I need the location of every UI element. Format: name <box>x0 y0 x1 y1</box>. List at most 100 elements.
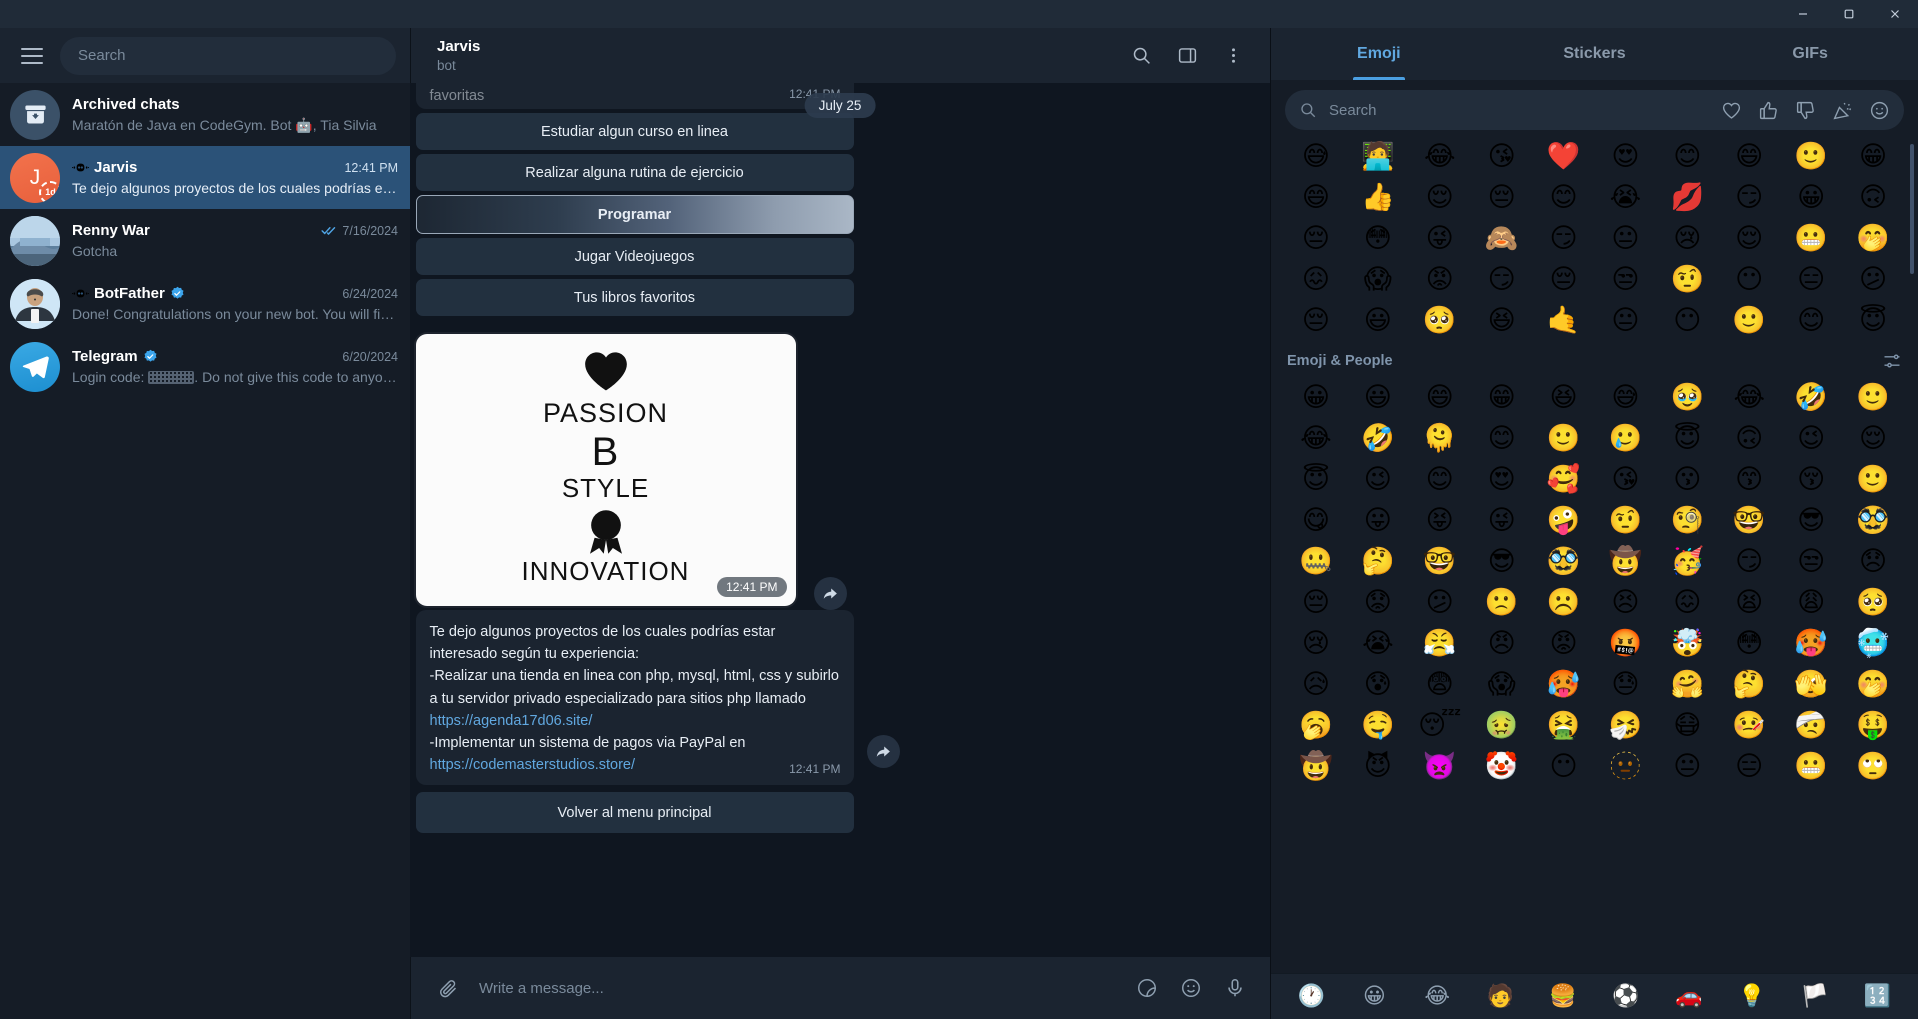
emoji-cell[interactable]: 🤠 <box>1285 746 1347 787</box>
emoji-cell[interactable]: 😋 <box>1285 500 1347 541</box>
emoji-cell[interactable]: 😂 <box>1285 418 1347 459</box>
avatar[interactable]: J 1d <box>10 152 60 203</box>
emoji-cell[interactable]: 😘 <box>1595 459 1657 500</box>
thumbs-up-icon[interactable] <box>1758 100 1779 121</box>
emoji-cell[interactable]: 😡 <box>1533 623 1595 664</box>
chat-list-item[interactable]: Archived chats Maratón de Java en CodeGym… <box>0 83 410 146</box>
emoji-cell[interactable]: 🙁 <box>1471 582 1533 623</box>
emoji-cell[interactable]: 🙂 <box>1718 300 1780 341</box>
emoji-cell[interactable]: 🤔 <box>1718 664 1780 705</box>
emoji-cell[interactable]: 😙 <box>1718 459 1780 500</box>
emoji-cell[interactable]: 😊 <box>1471 418 1533 459</box>
bot-keyboard-button[interactable]: Tus libros favoritos <box>415 279 854 316</box>
emoji-cell[interactable]: 😩 <box>1780 582 1842 623</box>
search-input[interactable]: Search <box>60 36 396 75</box>
attach-icon[interactable] <box>429 969 467 1007</box>
chat-list-item[interactable]: J 1d Jarvis 12:41 PM Te dejo algunos proyect… <box>0 146 410 209</box>
emoji-cell[interactable]: 🙃 <box>1842 177 1904 218</box>
emoji-cell[interactable]: 🥳 <box>1656 541 1718 582</box>
info-panel-icon[interactable] <box>1168 37 1206 75</box>
emoji-cell[interactable]: 😒 <box>1780 541 1842 582</box>
emoji-cell[interactable]: 👍 <box>1347 177 1409 218</box>
emoji-category-tab[interactable]: 💡 <box>1721 978 1782 1016</box>
chat-list-item[interactable]: BotFather 6/24/2024 Done! Congratulations … <box>0 272 410 335</box>
emoji-cell[interactable]: 😔 <box>1471 177 1533 218</box>
avatar[interactable] <box>10 278 60 329</box>
emoji-cell[interactable]: 😖 <box>1285 259 1347 300</box>
emoji-cell[interactable]: 🤕 <box>1780 705 1842 746</box>
emoji-category-tab[interactable]: 🕐 <box>1281 978 1342 1016</box>
forward-icon[interactable] <box>866 735 900 768</box>
emoji-cell[interactable]: 😳 <box>1347 218 1409 259</box>
emoji-cell[interactable]: 🙂 <box>1533 418 1595 459</box>
search-icon[interactable] <box>1122 37 1160 75</box>
emoji-panel-tab[interactable]: Emoji <box>1271 28 1487 80</box>
emoji-cell[interactable]: 😏 <box>1533 218 1595 259</box>
message-link-1[interactable]: https://agenda17d06.site/ <box>430 713 593 729</box>
party-popper-icon[interactable] <box>1832 100 1853 121</box>
emoji-cell[interactable]: 😃 <box>1347 300 1409 341</box>
emoji-cell[interactable]: 😔 <box>1285 218 1347 259</box>
emoji-cell[interactable]: 🤮 <box>1533 705 1595 746</box>
emoji-cell[interactable]: 😁 <box>1842 136 1904 177</box>
emoji-cell[interactable]: 😶 <box>1533 746 1595 787</box>
emoji-panel-tab[interactable]: GIFs <box>1702 28 1918 80</box>
message-link-2[interactable]: https://codemasterstudios.store/ <box>430 757 636 773</box>
emoji-cell[interactable]: 😫 <box>1718 582 1780 623</box>
emoji-cell[interactable]: 😐 <box>1595 218 1657 259</box>
emoji-cell[interactable]: 🥺 <box>1842 582 1904 623</box>
emoji-cell[interactable]: 😚 <box>1780 459 1842 500</box>
emoji-cell[interactable]: 🙂 <box>1780 136 1842 177</box>
avatar[interactable] <box>10 89 60 140</box>
bot-keyboard-button[interactable]: Programar <box>415 195 854 234</box>
emoji-cell[interactable]: 😬 <box>1780 218 1842 259</box>
emoji-cell[interactable]: 🤨 <box>1656 259 1718 300</box>
emoji-cell[interactable]: 😘 <box>1471 136 1533 177</box>
emoji-cell[interactable]: 😛 <box>1347 500 1409 541</box>
emoji-cell[interactable]: 🤗 <box>1656 664 1718 705</box>
emoji-cell[interactable]: 🤭 <box>1842 664 1904 705</box>
emoji-cell[interactable]: 😓 <box>1595 664 1657 705</box>
emoji-cell[interactable]: 😎 <box>1780 500 1842 541</box>
emoji-cell[interactable]: 😏 <box>1718 541 1780 582</box>
emoji-cell[interactable]: 🙂 <box>1842 459 1904 500</box>
emoji-cell[interactable]: 😐 <box>1656 746 1718 787</box>
emoji-panel-tab[interactable]: Stickers <box>1487 28 1703 80</box>
emoji-cell[interactable]: 😏 <box>1718 177 1780 218</box>
emoji-cell[interactable]: 🤑 <box>1842 705 1904 746</box>
emoji-cell[interactable]: 🤬 <box>1595 623 1657 664</box>
hamburger-menu-icon[interactable] <box>14 38 50 74</box>
emoji-cell[interactable]: 😂 <box>1718 377 1780 418</box>
emoji-cell[interactable]: 😁 <box>1471 377 1533 418</box>
emoji-cell[interactable]: 😑 <box>1718 746 1780 787</box>
emoji-cell[interactable]: 😎 <box>1471 541 1533 582</box>
emoji-category-tab[interactable]: 🏳️ <box>1784 978 1845 1016</box>
emoji-cell[interactable]: 😆 <box>1533 377 1595 418</box>
emoji-cell[interactable]: 🤠 <box>1595 541 1657 582</box>
emoji-cell[interactable]: 😶 <box>1656 300 1718 341</box>
message-list[interactable]: July 25 Según tus patrones de comportami… <box>410 83 1270 957</box>
emoji-scroll-area[interactable]: 😅 🧑‍💻 😂 😘 ❤️ 😍 😊 😄 🙂 😁 😄 👍 😌 😔 😊 😭 💋 😏 😀 🙃 😔 😳 😜 🙈 😏 😐 😢 😌 😬 🤭 😖 😱 😡 😏 😔 😒 🤨… <box>1271 136 1918 973</box>
story-badge[interactable]: 1d <box>39 180 60 203</box>
emoji-cell[interactable]: 😀 <box>1285 377 1347 418</box>
emoji-cell[interactable]: 🤙 <box>1533 300 1595 341</box>
emoji-cell[interactable]: 😊 <box>1780 300 1842 341</box>
bot-keyboard-button[interactable]: Realizar alguna rutina de ejercicio <box>415 154 854 191</box>
heart-icon[interactable] <box>1721 100 1742 121</box>
emoji-cell[interactable]: 🧑‍💻 <box>1347 136 1409 177</box>
emoji-cell[interactable]: 😬 <box>1780 746 1842 787</box>
emoji-cell[interactable]: 😅 <box>1595 377 1657 418</box>
emoji-cell[interactable]: 😇 <box>1285 459 1347 500</box>
chat-list-item[interactable]: Telegram 6/20/2024 Login code: . Do not gi… <box>0 335 410 398</box>
microphone-icon[interactable] <box>1216 969 1254 1007</box>
emoji-cell[interactable]: 😆 <box>1471 300 1533 341</box>
minimize-button[interactable] <box>1780 0 1826 28</box>
emoji-cell[interactable]: 🙃 <box>1718 418 1780 459</box>
emoji-cell[interactable]: 😌 <box>1409 177 1471 218</box>
emoji-cell[interactable]: 😔 <box>1285 300 1347 341</box>
emoji-cell[interactable]: ❤️ <box>1533 136 1595 177</box>
emoji-category-tab[interactable]: 😂 <box>1407 978 1468 1016</box>
emoji-cell[interactable]: 🤪 <box>1533 500 1595 541</box>
emoji-cell[interactable]: 😡 <box>1409 259 1471 300</box>
emoji-cell[interactable]: 😰 <box>1347 664 1409 705</box>
